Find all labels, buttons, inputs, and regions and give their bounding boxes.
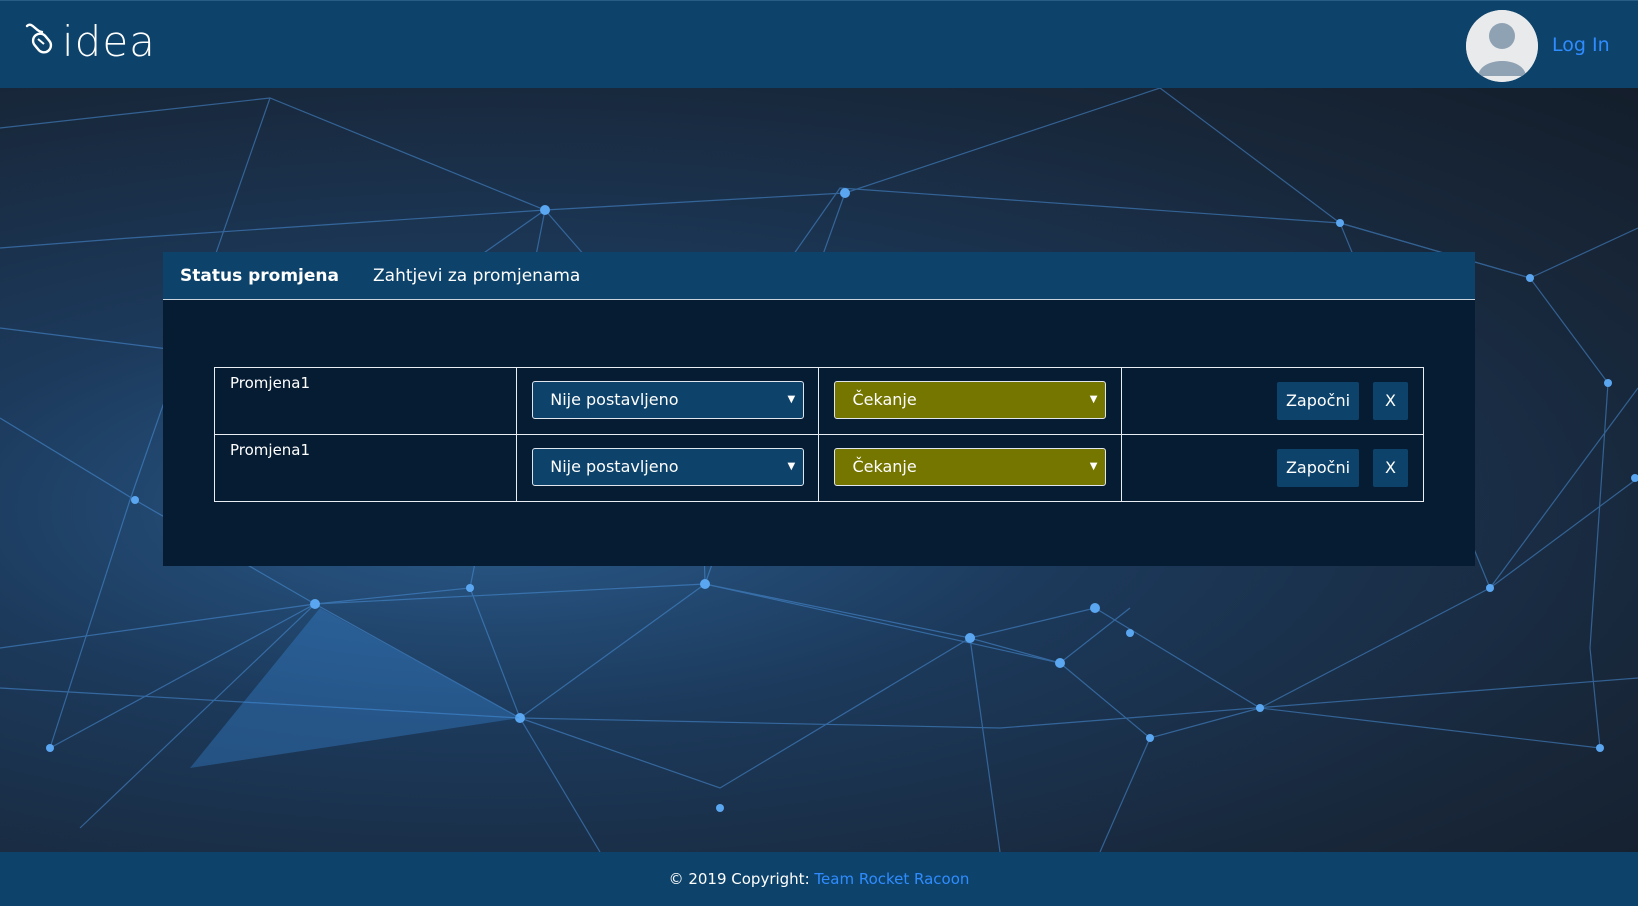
- panel-tabs: Status promjena Zahtjevi za promjenama: [163, 252, 1475, 300]
- table-row: Promjena1 Nije postavljeno ▼ Čekanje ▼ Z…: [213, 367, 1425, 435]
- remove-button[interactable]: X: [1373, 382, 1408, 420]
- name-cell: Promjena1: [213, 367, 518, 435]
- top-navbar: idea Log In: [0, 0, 1638, 88]
- assignee-select-value: Nije postavljeno: [550, 457, 679, 476]
- logo-text: idea: [62, 17, 156, 66]
- caret-down-icon: ▼: [1089, 461, 1098, 472]
- status-select[interactable]: Čekanje ▼: [834, 448, 1107, 486]
- team-link[interactable]: Team Rocket Racoon: [814, 870, 969, 888]
- assignee-cell: Nije postavljeno ▼: [516, 434, 820, 502]
- tab-status-promjena[interactable]: Status promjena: [180, 266, 339, 286]
- changes-table: Promjena1 Nije postavljeno ▼ Čekanje ▼ Z…: [213, 367, 1425, 502]
- table-row: Promjena1 Nije postavljeno ▼ Čekanje ▼ Z…: [213, 434, 1425, 502]
- assignee-select-value: Nije postavljeno: [550, 390, 679, 409]
- remove-button[interactable]: X: [1373, 449, 1408, 487]
- status-select[interactable]: Čekanje ▼: [834, 381, 1107, 419]
- status-select-value: Čekanje: [852, 457, 917, 476]
- user-silhouette-icon: [1466, 10, 1538, 82]
- footer: © 2019 Copyright: Team Rocket Racoon: [0, 852, 1638, 906]
- status-cell: Čekanje ▼: [818, 434, 1122, 502]
- assignee-select[interactable]: Nije postavljeno ▼: [532, 381, 805, 419]
- user-avatar[interactable]: [1466, 10, 1538, 82]
- assignee-select[interactable]: Nije postavljeno ▼: [532, 448, 805, 486]
- start-button[interactable]: Započni: [1277, 449, 1359, 487]
- caret-down-icon: ▼: [787, 461, 796, 472]
- mouse-logo-icon: [24, 20, 60, 64]
- logo[interactable]: idea: [24, 19, 156, 65]
- tab-zahtjevi-za-promjenama[interactable]: Zahtjevi za promjenama: [373, 266, 580, 286]
- status-cell: Čekanje ▼: [818, 367, 1122, 435]
- actions-cell: Započni X: [1120, 434, 1425, 502]
- status-select-value: Čekanje: [852, 390, 917, 409]
- copyright-text: © 2019 Copyright:: [668, 870, 810, 888]
- start-button[interactable]: Započni: [1277, 382, 1359, 420]
- changes-panel: Status promjena Zahtjevi za promjenama P…: [163, 252, 1475, 566]
- actions-cell: Započni X: [1120, 367, 1425, 435]
- change-name: Promjena1: [230, 441, 311, 459]
- caret-down-icon: ▼: [1089, 394, 1098, 405]
- change-name: Promjena1: [230, 374, 311, 392]
- name-cell: Promjena1: [213, 434, 518, 502]
- caret-down-icon: ▼: [787, 394, 796, 405]
- assignee-cell: Nije postavljeno ▼: [516, 367, 820, 435]
- login-link[interactable]: Log In: [1552, 34, 1610, 56]
